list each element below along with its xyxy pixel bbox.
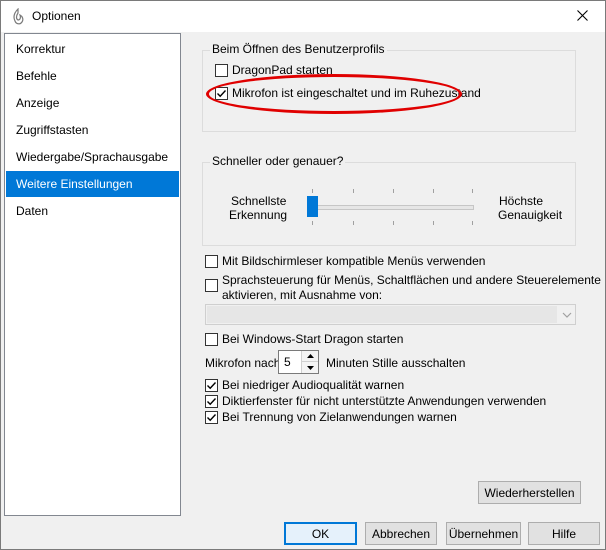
sidebar-item-wiedergabe[interactable]: Wiedergabe/Sprachausgabe — [6, 144, 179, 170]
slider-tick — [353, 221, 354, 225]
speed-slider-track[interactable] — [308, 205, 474, 210]
arrow-up-icon — [306, 354, 314, 358]
checkmark-icon — [207, 414, 217, 422]
slider-tick — [312, 189, 313, 193]
slider-tick — [472, 221, 473, 225]
slider-tick — [433, 221, 434, 225]
sidebar-item-weitere-einstellungen[interactable]: Weitere Einstellungen — [6, 171, 179, 197]
accuracy-label-line2: Genauigkeit — [498, 208, 563, 222]
sidebar-item-anzeige[interactable]: Anzeige — [6, 90, 179, 116]
checkmark-icon — [207, 382, 217, 390]
dragon-flame-icon — [11, 7, 25, 26]
stepper-up-button[interactable] — [302, 351, 318, 362]
chevron-down-icon — [562, 309, 572, 323]
target-separation-checkbox[interactable] — [205, 411, 218, 424]
speed-slider-thumb[interactable] — [307, 196, 318, 217]
help-button[interactable]: Hilfe — [528, 522, 600, 545]
slider-tick — [472, 189, 473, 193]
category-list: Korrektur Befehle Anzeige Zugriffstasten… — [4, 33, 181, 516]
windows-start-option[interactable]: Bei Windows-Start Dragon starten — [205, 332, 403, 347]
minutes-stepper[interactable]: 5 — [278, 350, 319, 374]
stepper-down-button[interactable] — [302, 362, 318, 373]
slider-tick — [353, 189, 354, 193]
fastest-label-line2: Erkennung — [229, 208, 288, 222]
window-title: Optionen — [32, 9, 81, 23]
exception-dropdown[interactable] — [205, 304, 576, 325]
close-icon — [576, 9, 588, 24]
accuracy-label-line1: Höchste — [499, 194, 544, 208]
voice-control-label-line2: aktivieren, mit Ausnahme von: — [222, 288, 383, 302]
voice-control-checkbox[interactable] — [205, 279, 218, 292]
close-button[interactable] — [559, 1, 605, 32]
sidebar-item-befehle[interactable]: Befehle — [6, 63, 179, 89]
title-bar: Optionen — [1, 1, 605, 32]
screenreader-option[interactable]: Mit Bildschirmleser kompatible Menüs ver… — [205, 254, 485, 269]
low-audio-checkbox[interactable] — [205, 379, 218, 392]
profile-group-title: Beim Öffnen des Benutzerprofils — [210, 42, 387, 56]
minutes-value[interactable]: 5 — [284, 355, 291, 369]
voice-control-label: Sprachsteuerung für Menüs, Schaltflächen… — [222, 273, 601, 303]
red-highlight-annotation — [206, 74, 462, 114]
mic-off-suffix: Minuten Stille ausschalten — [326, 356, 466, 370]
slider-tick — [393, 189, 394, 193]
dictation-box-checkbox[interactable] — [205, 395, 218, 408]
sidebar-item-korrektur[interactable]: Korrektur — [6, 36, 179, 62]
speed-group-title: Schneller oder genauer? — [210, 154, 346, 168]
screenreader-checkbox[interactable] — [205, 255, 218, 268]
arrow-down-icon — [306, 365, 314, 370]
mic-off-prefix: Mikrofon nach — [205, 356, 281, 370]
windows-start-checkbox[interactable] — [205, 333, 218, 346]
low-audio-label: Bei niedriger Audioqualität warnen — [222, 378, 405, 392]
options-dialog: Optionen Korrektur Befehle Anzeige Zugri… — [0, 0, 606, 550]
slider-tick — [312, 221, 313, 225]
low-audio-option[interactable]: Bei niedriger Audioqualität warnen — [205, 378, 404, 393]
voice-control-option[interactable]: Sprachsteuerung für Menüs, Schaltflächen… — [205, 273, 601, 303]
slider-tick — [433, 189, 434, 193]
dictation-box-option[interactable]: Diktierfenster für nicht unterstützte An… — [205, 394, 546, 409]
checkmark-icon — [207, 398, 217, 406]
restore-button[interactable]: Wiederherstellen — [478, 481, 581, 504]
fastest-label-line1: Schnellste — [231, 194, 287, 208]
target-separation-option[interactable]: Bei Trennung von Zielanwendungen warnen — [205, 410, 457, 425]
sidebar-item-daten[interactable]: Daten — [6, 198, 179, 224]
screenreader-label: Mit Bildschirmleser kompatible Menüs ver… — [222, 254, 486, 268]
sidebar-item-zugriffstasten[interactable]: Zugriffstasten — [6, 117, 179, 143]
apply-button[interactable]: Übernehmen — [446, 522, 521, 545]
ok-button[interactable]: OK — [284, 522, 357, 545]
cancel-button[interactable]: Abbrechen — [365, 522, 437, 545]
dragonpad-checkbox[interactable] — [215, 64, 228, 77]
target-separation-label: Bei Trennung von Zielanwendungen warnen — [222, 410, 457, 424]
dictation-box-label: Diktierfenster für nicht unterstützte An… — [222, 394, 547, 408]
voice-control-label-line1: Sprachsteuerung für Menüs, Schaltflächen… — [222, 273, 601, 287]
exception-dropdown-value — [207, 306, 557, 323]
windows-start-label: Bei Windows-Start Dragon starten — [222, 332, 404, 346]
stepper-buttons — [301, 351, 318, 373]
slider-tick — [393, 221, 394, 225]
